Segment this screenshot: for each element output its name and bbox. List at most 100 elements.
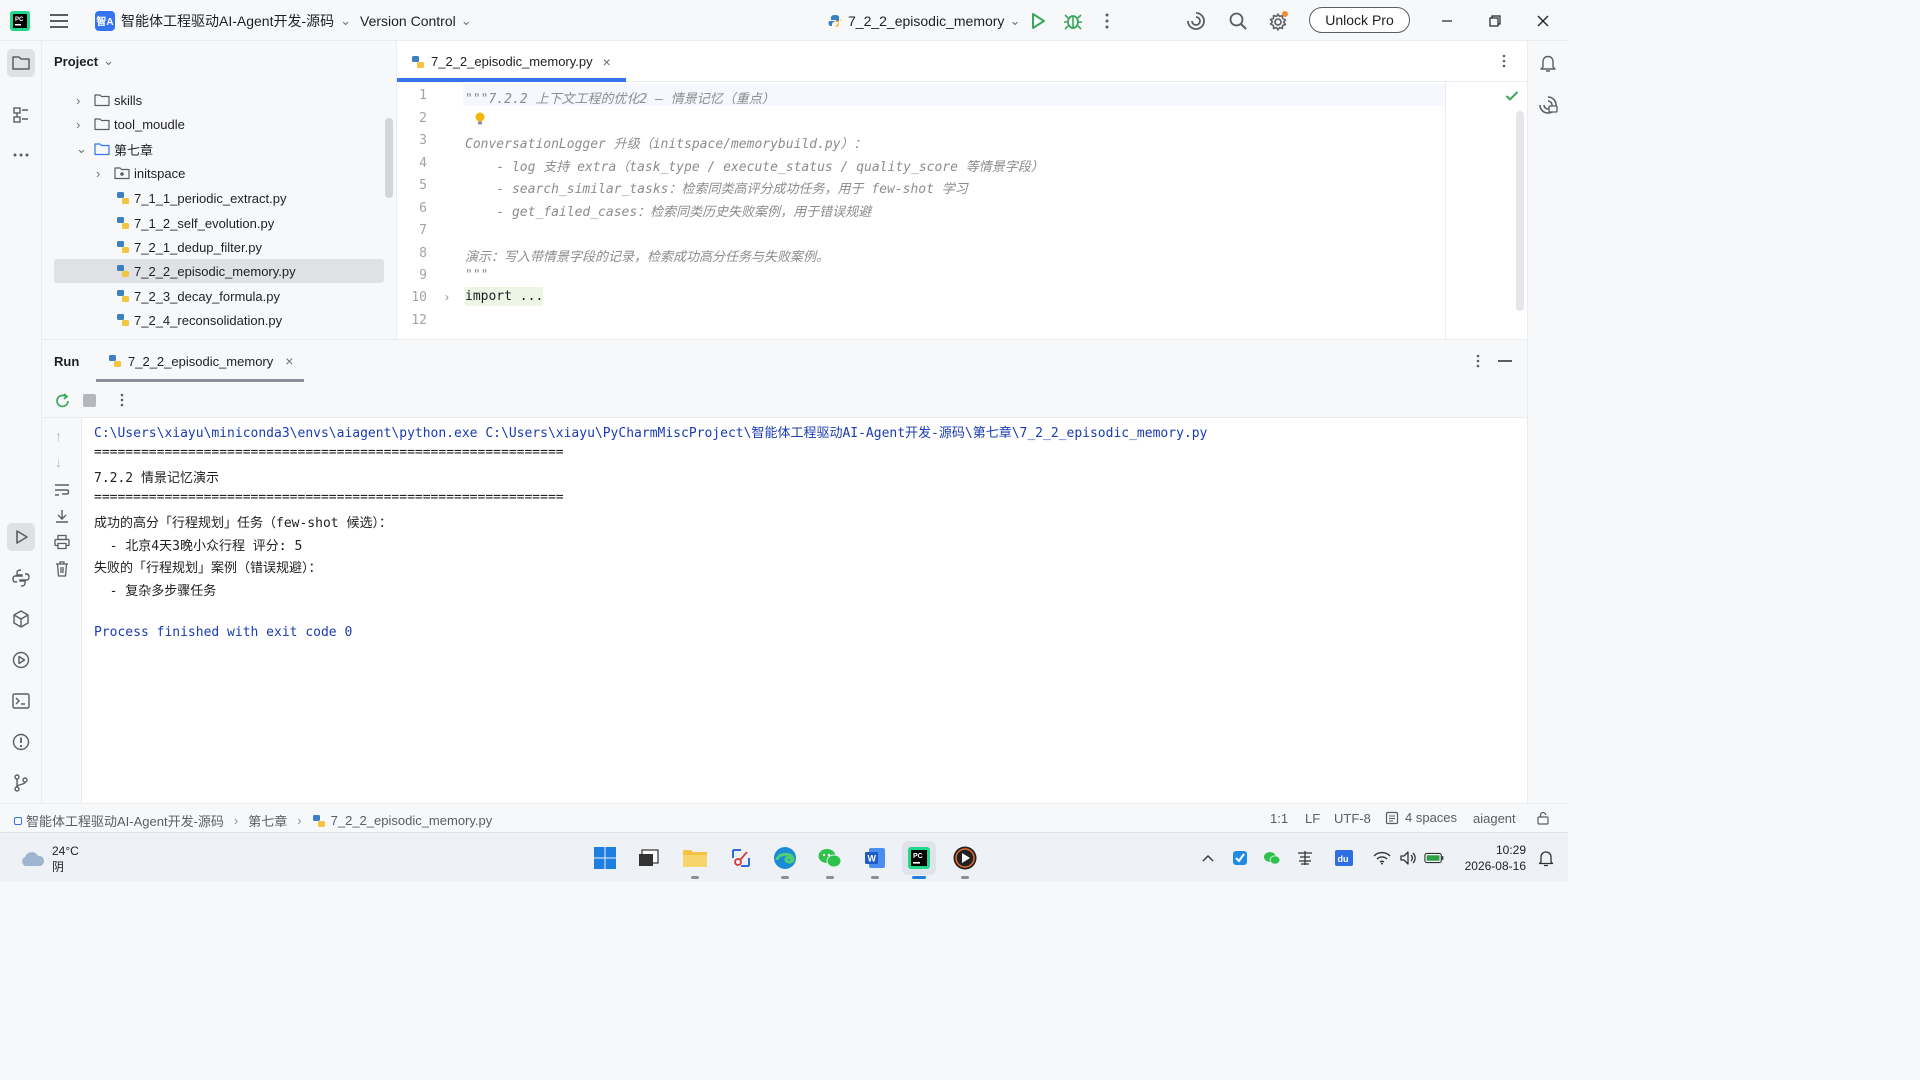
snipping-tool-icon[interactable] [726, 843, 756, 873]
wifi-icon[interactable] [1372, 848, 1392, 868]
terminal-icon[interactable] [7, 687, 35, 715]
pycharm-logo-icon[interactable]: PC [10, 0, 30, 41]
project-panel: Project ⌄ › skills › tool_moudle ⌄ 第七章 ›… [42, 41, 397, 339]
breadcrumb-project[interactable]: 智能体工程驱动AI-Agent开发-源码 [26, 811, 224, 830]
python-console-icon[interactable] [7, 564, 35, 592]
no-problems-check-icon[interactable] [1505, 90, 1519, 102]
media-player-icon[interactable] [950, 843, 980, 879]
print-icon[interactable] [53, 534, 71, 550]
pycharm-taskbar-icon[interactable]: PC [902, 841, 936, 879]
task-view-icon[interactable] [634, 843, 664, 873]
battery-icon[interactable] [1424, 848, 1444, 868]
python-packages-icon[interactable] [7, 605, 35, 633]
editor-scrollbar[interactable] [1516, 111, 1524, 311]
scroll-down-arrow-icon[interactable]: ↓ [55, 454, 62, 470]
right-tool-strip [1527, 41, 1568, 803]
python-file-icon [116, 264, 130, 278]
close-tab-icon[interactable]: × [285, 353, 293, 369]
tray-app-blue-icon[interactable] [1230, 848, 1250, 868]
tree-item-file[interactable]: 7_1_2_self_evolution.py [116, 211, 274, 235]
more-actions-icon[interactable] [1104, 0, 1110, 41]
file-encoding[interactable]: UTF-8 [1334, 811, 1371, 826]
run-button[interactable] [1029, 0, 1047, 41]
edge-browser-icon[interactable] [770, 843, 800, 879]
editor-tab-active[interactable]: 7_2_2_episodic_memory.py × [397, 41, 626, 82]
fold-expand-icon[interactable]: › [445, 290, 449, 304]
output-line: 成功的高分「行程规划」任务（few-shot 候选）： [94, 516, 392, 531]
tree-item-file[interactable]: 7_1_1_periodic_extract.py [116, 186, 287, 210]
line-separator[interactable]: LF [1305, 811, 1320, 826]
close-tab-icon[interactable]: × [603, 54, 611, 70]
tree-item-file-selected[interactable]: 7_2_2_episodic_memory.py [54, 259, 384, 283]
output-line: 失败的「行程规划」案例（错误规避）： [94, 561, 322, 576]
soft-wrap-icon[interactable] [53, 482, 71, 498]
tree-item-file[interactable]: 7_2_3_decay_formula.py [116, 284, 280, 308]
breadcrumb-folder[interactable]: 第七章 [248, 811, 287, 830]
stop-icon[interactable] [83, 394, 96, 407]
run-panel: Run 7_2_2_episodic_memory × ↑ ↓ C:\Users… [42, 339, 1527, 804]
run-toolbar-more-icon[interactable] [119, 393, 125, 407]
editor-more-icon[interactable] [1501, 54, 1507, 68]
lightbulb-intention-icon[interactable] [473, 111, 487, 127]
git-branch-icon[interactable] [7, 769, 35, 797]
caret-position[interactable]: 1:1 [1270, 811, 1288, 826]
tree-item-file[interactable]: 7_2_4_reconsolidation.py [116, 308, 282, 332]
services-icon[interactable] [7, 646, 35, 674]
run-tool-icon[interactable] [7, 523, 35, 551]
structure-icon[interactable] [7, 101, 35, 129]
project-selector[interactable]: 智A 智能体工程驱动AI-Agent开发-源码 ⌄ [95, 0, 351, 41]
weather-widget[interactable]: 24°C 阴 [18, 843, 79, 875]
wechat-icon[interactable] [815, 843, 845, 879]
clock[interactable]: 10:29 2026-08-16 [1452, 842, 1526, 874]
file-explorer-icon[interactable] [680, 843, 710, 879]
project-tool-folder-icon[interactable] [7, 49, 35, 77]
rerun-icon[interactable] [54, 392, 72, 410]
word-icon[interactable]: W [860, 843, 890, 879]
scroll-to-end-icon[interactable] [53, 508, 71, 524]
debug-button[interactable] [1063, 0, 1083, 41]
show-hidden-icons-chevron-up-icon[interactable] [1198, 848, 1218, 868]
run-config-selector[interactable]: 7_2_2_episodic_memory ⌄ [828, 0, 1020, 41]
ai-assistant-icon[interactable] [1186, 0, 1206, 41]
unlock-pro-button[interactable]: Unlock Pro [1309, 7, 1410, 33]
tray-chinese-ime-icon[interactable] [1295, 848, 1315, 868]
volume-icon[interactable] [1398, 848, 1418, 868]
minimize-window-button[interactable] [1440, 0, 1454, 41]
code-line-import-fold[interactable]: import ... [465, 287, 544, 306]
vcs-selector[interactable]: Version Control ⌄ [360, 0, 472, 41]
lock-icon[interactable] [1536, 811, 1550, 825]
tray-baidu-icon[interactable]: du [1334, 848, 1354, 868]
run-panel-more-icon[interactable] [1475, 354, 1481, 368]
output-command-line: C:\Users\xiayu\miniconda3\envs\aiagent\p… [94, 426, 1208, 441]
tree-item-skills[interactable]: › skills [76, 88, 142, 112]
indent-settings[interactable]: 4 spaces [1385, 810, 1457, 825]
project-view-selector[interactable]: Project ⌄ [54, 53, 114, 69]
tree-item-initspace[interactable]: › initspace [96, 161, 185, 185]
close-window-button[interactable] [1536, 0, 1550, 41]
search-icon[interactable] [1228, 0, 1248, 41]
running-indicator [871, 876, 879, 879]
notifications-bell-icon[interactable] [1534, 49, 1562, 77]
tray-wechat-icon[interactable] [1262, 848, 1282, 868]
tree-item-file[interactable]: 7_2_1_dedup_filter.py [116, 235, 262, 259]
breadcrumb-file[interactable]: 7_2_2_episodic_memory.py [331, 813, 493, 828]
tree-item-tool-moudle[interactable]: › tool_moudle [76, 112, 185, 136]
problems-icon[interactable] [7, 728, 35, 756]
clear-trash-icon[interactable] [53, 560, 71, 578]
hide-panel-icon[interactable] [1498, 360, 1512, 362]
main-menu-icon[interactable] [50, 0, 70, 41]
windows-start-icon[interactable] [590, 843, 620, 873]
more-tools-icon[interactable] [7, 141, 35, 169]
status-bar: 智能体工程驱动AI-Agent开发-源码 › 第七章 › 7_2_2_episo… [0, 803, 1568, 832]
running-indicator [826, 876, 834, 879]
ai-chat-icon[interactable] [1534, 91, 1562, 119]
project-scrollbar[interactable] [385, 118, 393, 198]
settings-gear-icon[interactable] [1268, 0, 1290, 41]
restore-window-button[interactable] [1488, 0, 1502, 41]
python-file-icon [312, 814, 326, 828]
scroll-up-arrow-icon[interactable]: ↑ [55, 428, 62, 444]
notification-center-bell-icon[interactable] [1538, 849, 1554, 867]
run-tab[interactable]: 7_2_2_episodic_memory × [96, 340, 304, 382]
tree-item-chapter7[interactable]: ⌄ 第七章 [76, 137, 153, 161]
python-interpreter[interactable]: aiagent [1473, 811, 1516, 826]
